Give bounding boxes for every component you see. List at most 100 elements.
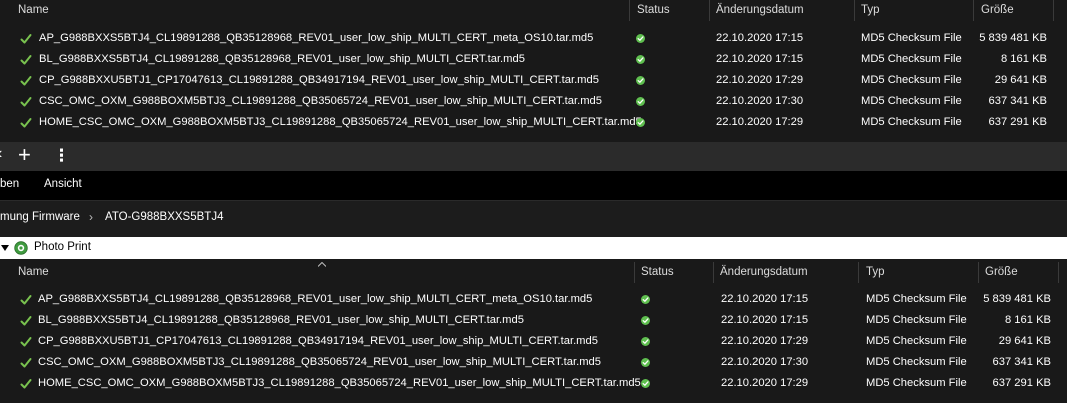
file-size: 637 291 KB (988, 116, 1047, 128)
file-name[interactable]: BL_G988BXXS5BTJ4_CL19891288_QB35128968_R… (38, 310, 524, 331)
file-type: MD5 Checksum File (861, 74, 962, 86)
status-ok-icon (636, 76, 645, 85)
file-type: MD5 Checksum File (866, 356, 967, 368)
group-label: Photo Print (34, 241, 91, 253)
column-separator[interactable] (629, 0, 630, 21)
status-ok-icon (641, 316, 650, 325)
tab-toolbar: ‹ + ⋮ (0, 142, 1067, 171)
column-separator[interactable] (978, 262, 979, 283)
breadcrumb-separator[interactable]: › (89, 210, 93, 224)
file-name[interactable]: AP_G988BXXS5BTJ4_CL19891288_QB35128968_R… (39, 28, 593, 49)
check-mark-icon (20, 117, 32, 129)
file-date: 22.10.2020 17:15 (721, 293, 809, 305)
status-ok-icon (641, 295, 650, 304)
column-separator[interactable] (634, 262, 635, 283)
check-mark-icon (20, 33, 32, 45)
check-mark-icon (20, 336, 32, 348)
ribbon-tab-view[interactable]: Ansicht (44, 178, 82, 190)
check-mark-icon (20, 315, 32, 327)
check-mark-icon (20, 96, 32, 108)
column-header-name[interactable]: Name (18, 0, 49, 20)
file-name[interactable]: CP_G988BXXU5BTJ1_CP17047613_CL19891288_Q… (39, 70, 599, 91)
status-ok-icon (636, 118, 645, 127)
column-header-row: Name Status Änderungsdatum Typ Größe (0, 262, 1067, 283)
file-type: MD5 Checksum File (866, 335, 967, 347)
file-row[interactable]: AP_G988BXXS5BTJ4_CL19891288_QB35128968_R… (0, 28, 1067, 49)
file-name[interactable]: CSC_OMC_OXM_G988BOXM5BTJ3_CL19891288_QB3… (38, 352, 601, 373)
file-date: 22.10.2020 17:30 (716, 95, 804, 107)
column-header-date[interactable]: Änderungsdatum (716, 0, 804, 20)
group-header[interactable]: Photo Print (0, 237, 1067, 259)
file-type: MD5 Checksum File (866, 314, 967, 326)
status-ok-icon (641, 337, 650, 346)
column-header-type[interactable]: Typ (866, 262, 885, 282)
file-type: MD5 Checksum File (866, 293, 967, 305)
close-tab-button[interactable]: ‹ (0, 145, 2, 163)
column-separator[interactable] (713, 262, 714, 283)
file-date: 22.10.2020 17:29 (716, 74, 804, 86)
column-header-name[interactable]: Name (18, 262, 49, 282)
file-list-bottom: Name Status Änderungsdatum Typ Größe AP_… (0, 259, 1067, 403)
column-header-row: Name Status Änderungsdatum Typ Größe (0, 0, 1067, 21)
ribbon-tab-open[interactable]: ben (0, 178, 19, 190)
file-date: 22.10.2020 17:30 (721, 356, 809, 368)
check-mark-icon (20, 357, 32, 369)
file-name[interactable]: CSC_OMC_OXM_G988BOXM5BTJ3_CL19891288_QB3… (39, 91, 602, 112)
file-size: 8 161 KB (1004, 314, 1051, 326)
file-size: 637 291 KB (992, 377, 1051, 389)
photo-print-icon (14, 241, 28, 258)
file-type: MD5 Checksum File (861, 116, 962, 128)
file-row[interactable]: CSC_OMC_OXM_G988BOXM5BTJ3_CL19891288_QB3… (0, 352, 1067, 373)
file-name[interactable]: HOME_CSC_OMC_OXM_G988BOXM5BTJ3_CL1989128… (38, 373, 641, 394)
new-tab-button[interactable]: + (18, 143, 31, 167)
file-row[interactable]: HOME_CSC_OMC_OXM_G988BOXM5BTJ3_CL1989128… (0, 373, 1067, 394)
status-ok-icon (641, 358, 650, 367)
column-header-size[interactable]: Größe (981, 0, 1014, 20)
check-mark-icon (20, 75, 32, 87)
file-list-top: Name Status Änderungsdatum Typ Größe AP_… (0, 0, 1067, 142)
file-type: MD5 Checksum File (861, 95, 962, 107)
check-mark-icon (20, 294, 32, 306)
breadcrumb-parent[interactable]: mung Firmware (0, 211, 80, 223)
more-options-button[interactable]: ⋮ (53, 146, 70, 166)
status-ok-icon (641, 379, 650, 388)
column-header-size[interactable]: Größe (985, 262, 1018, 282)
file-name[interactable]: AP_G988BXXS5BTJ4_CL19891288_QB35128968_R… (38, 289, 592, 310)
check-mark-icon (20, 378, 32, 390)
check-mark-icon (20, 54, 32, 66)
status-ok-icon (636, 34, 645, 43)
file-type: MD5 Checksum File (861, 53, 962, 65)
address-bar[interactable]: mung Firmware › ATO-G988BXXS5BTJ4 (0, 200, 1067, 238)
column-separator[interactable] (1058, 262, 1059, 283)
column-separator[interactable] (973, 0, 974, 21)
file-date: 22.10.2020 17:29 (721, 377, 809, 389)
file-row[interactable]: CP_G988BXXU5BTJ1_CP17047613_CL19891288_Q… (0, 331, 1067, 352)
file-size: 637 341 KB (988, 95, 1047, 107)
file-row[interactable]: CP_G988BXXU5BTJ1_CP17047613_CL19891288_Q… (0, 70, 1067, 91)
column-separator[interactable] (709, 0, 710, 21)
file-size: 8 161 KB (1000, 53, 1047, 65)
file-date: 22.10.2020 17:29 (721, 335, 809, 347)
file-name[interactable]: HOME_CSC_OMC_OXM_G988BOXM5BTJ3_CL1989128… (39, 112, 642, 133)
file-name[interactable]: CP_G988BXXU5BTJ1_CP17047613_CL19891288_Q… (38, 331, 598, 352)
column-header-type[interactable]: Typ (861, 0, 880, 20)
file-date: 22.10.2020 17:15 (716, 32, 804, 44)
column-separator[interactable] (854, 0, 855, 21)
status-ok-icon (636, 97, 645, 106)
column-separator[interactable] (858, 262, 859, 283)
file-row[interactable]: HOME_CSC_OMC_OXM_G988BOXM5BTJ3_CL1989128… (0, 112, 1067, 133)
file-row[interactable]: CSC_OMC_OXM_G988BOXM5BTJ3_CL19891288_QB3… (0, 91, 1067, 112)
file-date: 22.10.2020 17:15 (716, 53, 804, 65)
file-row[interactable]: AP_G988BXXS5BTJ4_CL19891288_QB35128968_R… (0, 289, 1067, 310)
file-size: 5 839 481 KB (979, 32, 1047, 44)
file-date: 22.10.2020 17:15 (721, 314, 809, 326)
breadcrumb-current[interactable]: ATO-G988BXXS5BTJ4 (105, 211, 223, 223)
column-header-status[interactable]: Status (637, 0, 670, 20)
column-header-date[interactable]: Änderungsdatum (720, 262, 808, 282)
column-separator[interactable] (1053, 0, 1054, 21)
collapse-chevron-icon[interactable] (1, 243, 9, 255)
file-row[interactable]: BL_G988BXXS5BTJ4_CL19891288_QB35128968_R… (0, 49, 1067, 70)
column-header-status[interactable]: Status (641, 262, 674, 282)
file-row[interactable]: BL_G988BXXS5BTJ4_CL19891288_QB35128968_R… (0, 310, 1067, 331)
file-name[interactable]: BL_G988BXXS5BTJ4_CL19891288_QB35128968_R… (39, 49, 525, 70)
